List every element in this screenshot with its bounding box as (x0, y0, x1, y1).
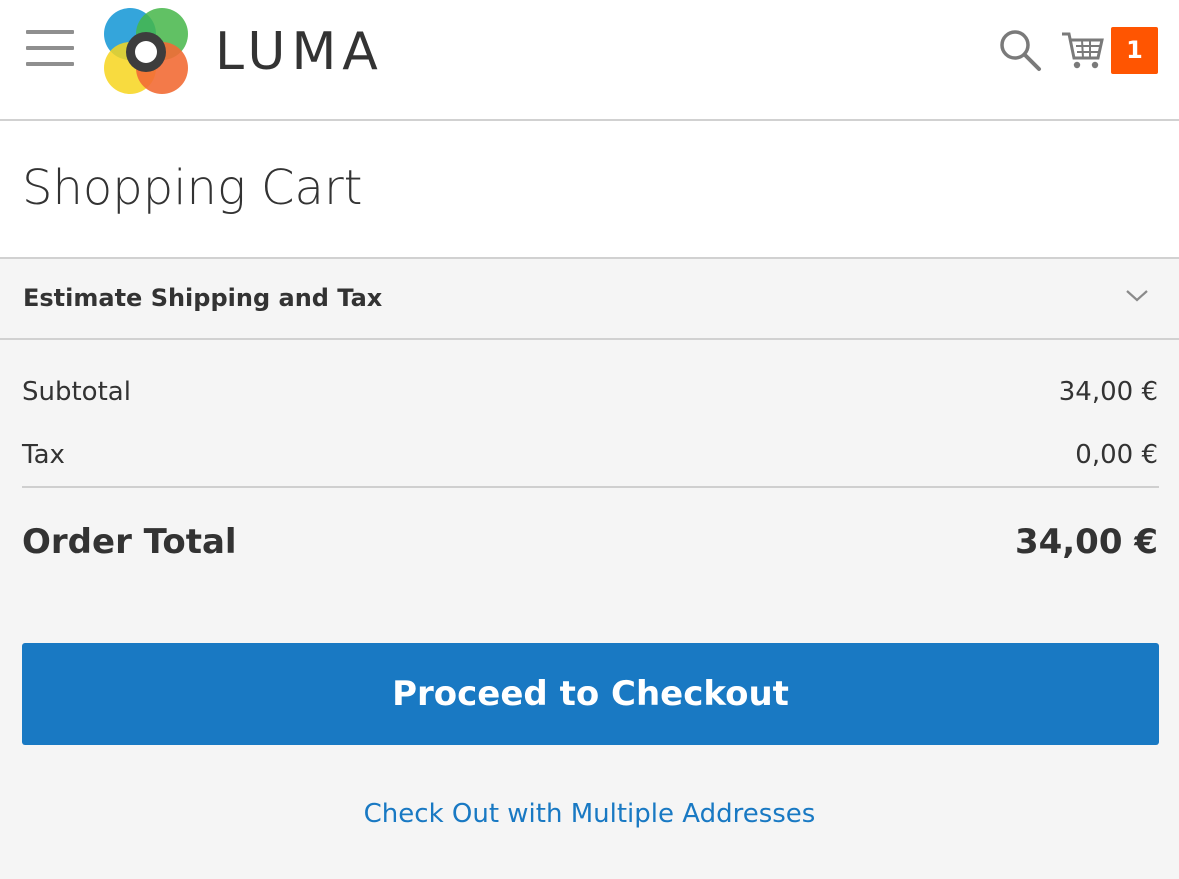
order-total-label: Order Total (22, 522, 237, 562)
luma-logo[interactable] (100, 6, 192, 98)
summary-divider (22, 486, 1159, 488)
site-header: LUMA 1 (0, 0, 1179, 121)
brand-name[interactable]: LUMA (215, 22, 384, 82)
proceed-to-checkout-button[interactable]: Proceed to Checkout (22, 643, 1159, 745)
estimate-shipping-label[interactable]: Estimate Shipping and Tax (23, 280, 382, 316)
subtotal-label: Subtotal (22, 377, 131, 407)
hamburger-menu-icon[interactable] (26, 30, 74, 68)
subtotal-value: 34,00 € (1058, 377, 1158, 407)
shopping-cart-icon[interactable] (1060, 28, 1106, 72)
tax-value: 0,00 € (1075, 440, 1158, 470)
checkout-multiple-addresses-link[interactable]: Check Out with Multiple Addresses (0, 796, 1179, 832)
tax-label: Tax (22, 440, 65, 470)
chevron-down-icon[interactable] (1124, 286, 1150, 304)
search-icon[interactable] (998, 28, 1042, 72)
cart-count-badge[interactable]: 1 (1111, 27, 1158, 74)
order-total-value: 34,00 € (1014, 522, 1158, 562)
page-title: Shopping Cart (22, 160, 363, 216)
